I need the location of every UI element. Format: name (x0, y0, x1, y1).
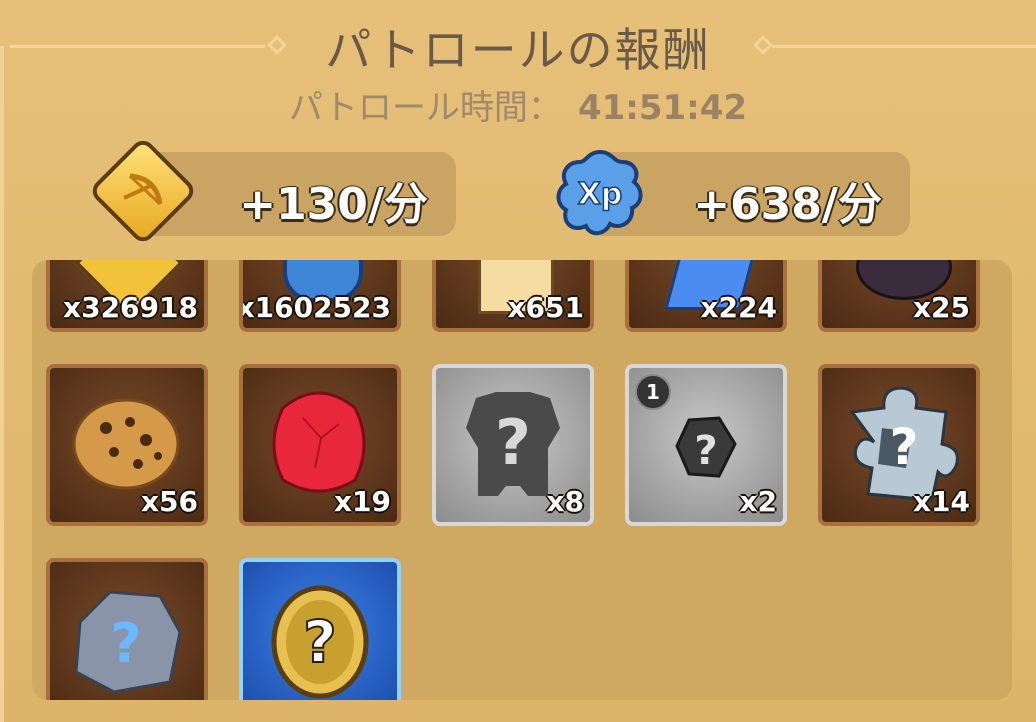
bow-glyph-icon (123, 173, 163, 206)
timer-value: 41:51:42 (577, 88, 748, 128)
reward-slot[interactable]: ? x8 (432, 364, 594, 526)
svg-text:?: ? (110, 612, 141, 675)
reward-slot[interactable]: x224 (625, 260, 787, 332)
mystery-stone-icon: ? (74, 590, 182, 694)
reward-slot[interactable]: x1602523 (239, 260, 401, 332)
item-count: x2 (739, 485, 777, 518)
reward-slot[interactable]: ? x1 (239, 558, 401, 700)
reward-slot[interactable]: x56 (46, 364, 208, 526)
xp-icon-label: Xp (578, 177, 623, 212)
item-count: x1602523 (239, 291, 391, 324)
reward-slot[interactable]: x651 (432, 260, 594, 332)
svg-text:?: ? (889, 418, 918, 476)
reward-slot[interactable]: x326918 (46, 260, 208, 332)
item-badge: 1 (635, 374, 671, 410)
item-count: x326918 (63, 291, 198, 324)
mystery-egg-icon: ? (271, 585, 369, 699)
patrol-rewards-panel: パトロールの報酬 パトロール時間： 41:51:42 +130/分 +638/分 … (0, 0, 1036, 722)
item-count: x26 (141, 697, 198, 700)
frame-left-border (0, 46, 4, 722)
item-count: x1 (353, 697, 391, 700)
item-count: x224 (700, 291, 777, 324)
xp-rate-value: +638/分 (693, 179, 882, 230)
svg-text:?: ? (495, 406, 531, 479)
svg-text:?: ? (303, 608, 337, 676)
item-count: x8 (546, 485, 584, 518)
xp-icon: Xp (556, 149, 643, 236)
timer-label: パトロール時間： (288, 88, 562, 128)
reward-slot[interactable]: ? 1 x2 (625, 364, 787, 526)
reward-slot[interactable]: x19 (239, 364, 401, 526)
item-count: x651 (507, 291, 584, 324)
reward-slot[interactable]: x25 (818, 260, 980, 332)
reward-slot[interactable]: ? x26 (46, 558, 208, 700)
reward-slot[interactable]: ? x14 (818, 364, 980, 526)
patrol-timer: パトロール時間： 41:51:42 (0, 80, 1036, 129)
item-count: x56 (140, 485, 198, 518)
gold-rate-value: +130/分 (239, 179, 428, 230)
item-count: x14 (912, 485, 970, 518)
item-count: x19 (333, 485, 391, 518)
page-title: パトロールの報酬 (325, 23, 711, 77)
reward-grid[interactable]: x326918 x1602523 x651 x224 x25 x56 x19 ?… (32, 260, 1012, 700)
item-count: x25 (912, 291, 970, 324)
svg-text:?: ? (694, 428, 717, 474)
